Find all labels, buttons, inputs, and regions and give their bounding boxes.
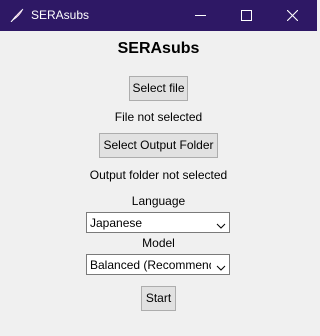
- app-heading: SERAsubs: [117, 40, 200, 57]
- close-button[interactable]: [270, 0, 316, 31]
- app-window: SERAsubs SERAsubs Select file File not s…: [0, 0, 317, 336]
- model-value: Balanced (Recommended): [90, 258, 211, 272]
- minimize-icon: [195, 15, 206, 16]
- language-label: Language: [131, 194, 186, 208]
- model-dropdown[interactable]: Balanced (Recommended): [86, 254, 230, 275]
- output-folder-status-label: Output folder not selected: [89, 168, 228, 182]
- minimize-button[interactable]: [178, 0, 224, 31]
- select-file-button[interactable]: Select file: [129, 76, 188, 101]
- select-output-folder-button[interactable]: Select Output Folder: [99, 133, 218, 158]
- chevron-down-icon: [216, 219, 226, 232]
- start-button[interactable]: Start: [141, 286, 176, 311]
- file-status-label: File not selected: [114, 110, 203, 124]
- chevron-down-icon: [216, 261, 226, 274]
- language-value: Japanese: [90, 216, 143, 230]
- maximize-icon: [241, 10, 252, 21]
- language-dropdown[interactable]: Japanese: [86, 212, 230, 233]
- window-title: SERAsubs: [31, 8, 90, 22]
- close-icon: [287, 10, 298, 21]
- maximize-button[interactable]: [224, 0, 270, 31]
- feather-icon: [10, 8, 24, 23]
- title-bar[interactable]: SERAsubs: [0, 0, 317, 31]
- model-label: Model: [142, 236, 175, 250]
